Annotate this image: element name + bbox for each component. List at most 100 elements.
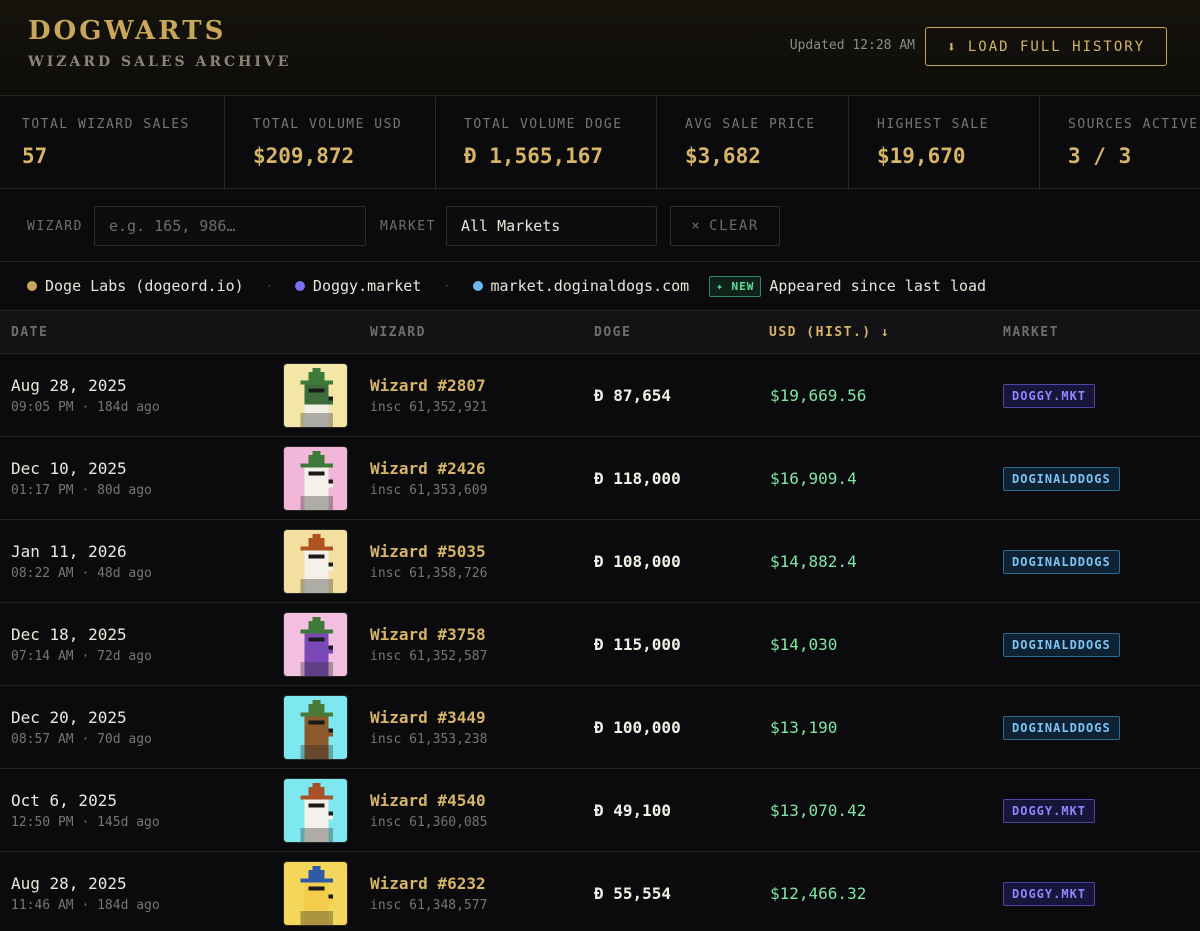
wizard-name-link[interactable]: Wizard #3449 [370, 708, 487, 727]
close-icon: × [691, 218, 702, 234]
column-header-usd[interactable]: USD (HIST.) ↓ [769, 325, 890, 340]
table-row[interactable]: Aug 28, 2025 11:46 AM · 184d ago Wizard … [0, 852, 1200, 931]
usd-price: $13,070.42 [770, 801, 867, 820]
legend-item-doge-labs: Doge Labs (dogeord.io) [27, 277, 244, 295]
stat-label: TOTAL VOLUME DOGE [464, 117, 623, 132]
wizard-name-link[interactable]: Wizard #2807 [370, 376, 487, 395]
sale-date-cell: Dec 10, 2025 01:17 PM · 80d ago [11, 459, 152, 498]
wizard-cell: Wizard #4540 insc 61,360,085 [370, 791, 487, 830]
market-badge[interactable]: DOGGY.MKT [1003, 882, 1096, 906]
sales-table-body: Aug 28, 2025 09:05 PM · 184d ago Wizard … [0, 354, 1200, 931]
page-header: DOGWARTS WIZARD SALES ARCHIVE Updated 12… [0, 0, 1200, 96]
inscription-number: insc 61,360,085 [370, 815, 488, 830]
dot-icon [294, 281, 305, 291]
table-row[interactable]: Dec 18, 2025 07:14 AM · 72d ago Wizard #… [0, 603, 1200, 686]
sale-date: Oct 6, 2025 [11, 791, 117, 810]
legend-item-doggy-market: Doggy.market [294, 277, 422, 295]
market-filter-label: MARKET [380, 219, 436, 234]
sale-date: Aug 28, 2025 [11, 376, 127, 395]
market-select[interactable]: All Markets [446, 206, 657, 246]
stat-label: TOTAL VOLUME USD [253, 117, 403, 132]
sale-date-cell: Dec 18, 2025 07:14 AM · 72d ago [11, 625, 152, 664]
legend-separator: · [443, 279, 451, 293]
sale-time: 08:57 AM · 70d ago [11, 732, 152, 747]
load-full-history-button[interactable]: ⬇ LOAD FULL HISTORY [925, 27, 1167, 66]
usd-price: $19,669.56 [770, 386, 867, 405]
legend-label: market.doginaldogs.com [490, 277, 690, 295]
legend-separator: · [265, 279, 273, 293]
wizard-name-link[interactable]: Wizard #3758 [370, 625, 487, 644]
load-full-history-label: LOAD FULL HISTORY [967, 38, 1146, 55]
doge-price: Đ 118,000 [594, 469, 681, 488]
dot-icon [472, 281, 483, 291]
sale-time: 11:46 AM · 184d ago [11, 898, 160, 913]
inscription-number: insc 61,353,609 [370, 483, 488, 498]
wizard-thumbnail[interactable] [283, 529, 348, 594]
clear-filters-button[interactable]: × CLEAR [670, 206, 780, 246]
wizard-thumbnail[interactable] [283, 363, 348, 428]
sale-date-cell: Dec 20, 2025 08:57 AM · 70d ago [11, 708, 152, 747]
wizard-name-link[interactable]: Wizard #6232 [370, 874, 487, 893]
market-badge[interactable]: DOGINALDDOGS [1003, 550, 1120, 574]
wizard-cell: Wizard #3758 insc 61,352,587 [370, 625, 487, 664]
sale-date: Dec 10, 2025 [11, 459, 127, 478]
wizard-filter-label: WIZARD [27, 219, 83, 234]
sale-date-cell: Aug 28, 2025 09:05 PM · 184d ago [11, 376, 160, 415]
table-row[interactable]: Oct 6, 2025 12:50 PM · 145d ago Wizard #… [0, 769, 1200, 852]
clear-label: CLEAR [709, 218, 759, 234]
stat-value: $3,682 [685, 144, 761, 168]
market-badge[interactable]: DOGINALDDOGS [1003, 716, 1120, 740]
market-badge[interactable]: DOGINALDDOGS [1003, 633, 1120, 657]
wizard-thumbnail[interactable] [283, 446, 348, 511]
table-header: DATE WIZARD DOGE USD (HIST.) ↓ MARKET [0, 311, 1200, 354]
market-badge[interactable]: DOGGY.MKT [1003, 799, 1096, 823]
sale-date: Jan 11, 2026 [11, 542, 127, 561]
table-row[interactable]: Dec 20, 2025 08:57 AM · 70d ago Wizard #… [0, 686, 1200, 769]
column-header-date[interactable]: DATE [11, 325, 48, 340]
stat-label: HIGHEST SALE [877, 117, 989, 132]
wizard-thumbnail[interactable] [283, 612, 348, 677]
wizard-thumbnail[interactable] [283, 861, 348, 926]
stat-value: $19,670 [877, 144, 966, 168]
column-header-market[interactable]: MARKET [1003, 325, 1059, 340]
wizard-cell: Wizard #5035 insc 61,358,726 [370, 542, 487, 581]
sale-time: 12:50 PM · 145d ago [11, 815, 160, 830]
doge-price: Đ 55,554 [594, 884, 672, 903]
market-badge[interactable]: DOGINALDDOGS [1003, 467, 1120, 491]
sale-date-cell: Jan 11, 2026 08:22 AM · 48d ago [11, 542, 152, 581]
wizard-name-link[interactable]: Wizard #2426 [370, 459, 487, 478]
usd-price: $16,909.4 [770, 469, 857, 488]
legend-label: Doge Labs (dogeord.io) [45, 277, 244, 295]
sale-date: Dec 18, 2025 [11, 625, 127, 644]
inscription-number: insc 61,353,238 [370, 732, 488, 747]
inscription-number: insc 61,352,921 [370, 400, 488, 415]
stat-volume-doge: TOTAL VOLUME DOGE Đ 1,565,167 [436, 97, 657, 188]
wizard-thumbnail[interactable] [283, 695, 348, 760]
filter-bar: WIZARD MARKET All Markets × CLEAR [0, 189, 1200, 262]
wizard-thumbnail[interactable] [283, 778, 348, 843]
dot-icon [27, 281, 37, 291]
legend-label: Doggy.market [312, 277, 422, 295]
wizard-name-link[interactable]: Wizard #4540 [370, 791, 487, 810]
sale-time: 01:17 PM · 80d ago [11, 483, 152, 498]
column-header-wizard[interactable]: WIZARD [370, 325, 426, 340]
sale-date: Aug 28, 2025 [11, 874, 127, 893]
doge-price: Đ 100,000 [594, 718, 681, 737]
doge-price: Đ 87,654 [594, 386, 672, 405]
market-badge[interactable]: DOGGY.MKT [1003, 384, 1096, 408]
wizard-cell: Wizard #2807 insc 61,352,921 [370, 376, 487, 415]
stats-bar: TOTAL WIZARD SALES 57 TOTAL VOLUME USD $… [0, 97, 1200, 189]
wizard-search-input[interactable] [94, 206, 366, 246]
table-row[interactable]: Aug 28, 2025 09:05 PM · 184d ago Wizard … [0, 354, 1200, 437]
wizard-cell: Wizard #6232 insc 61,348,577 [370, 874, 487, 913]
download-arrow-icon: ⬇ [946, 37, 958, 56]
wizard-name-link[interactable]: Wizard #5035 [370, 542, 487, 561]
stat-avg-price: AVG SALE PRICE $3,682 [657, 97, 849, 188]
table-row[interactable]: Dec 10, 2025 01:17 PM · 80d ago Wizard #… [0, 437, 1200, 520]
sale-date: Dec 20, 2025 [11, 708, 127, 727]
stat-label: TOTAL WIZARD SALES [22, 117, 190, 132]
table-row[interactable]: Jan 11, 2026 08:22 AM · 48d ago Wizard #… [0, 520, 1200, 603]
column-header-doge[interactable]: DOGE [594, 325, 631, 340]
usd-price: $13,190 [770, 718, 838, 737]
inscription-number: insc 61,352,587 [370, 649, 488, 664]
